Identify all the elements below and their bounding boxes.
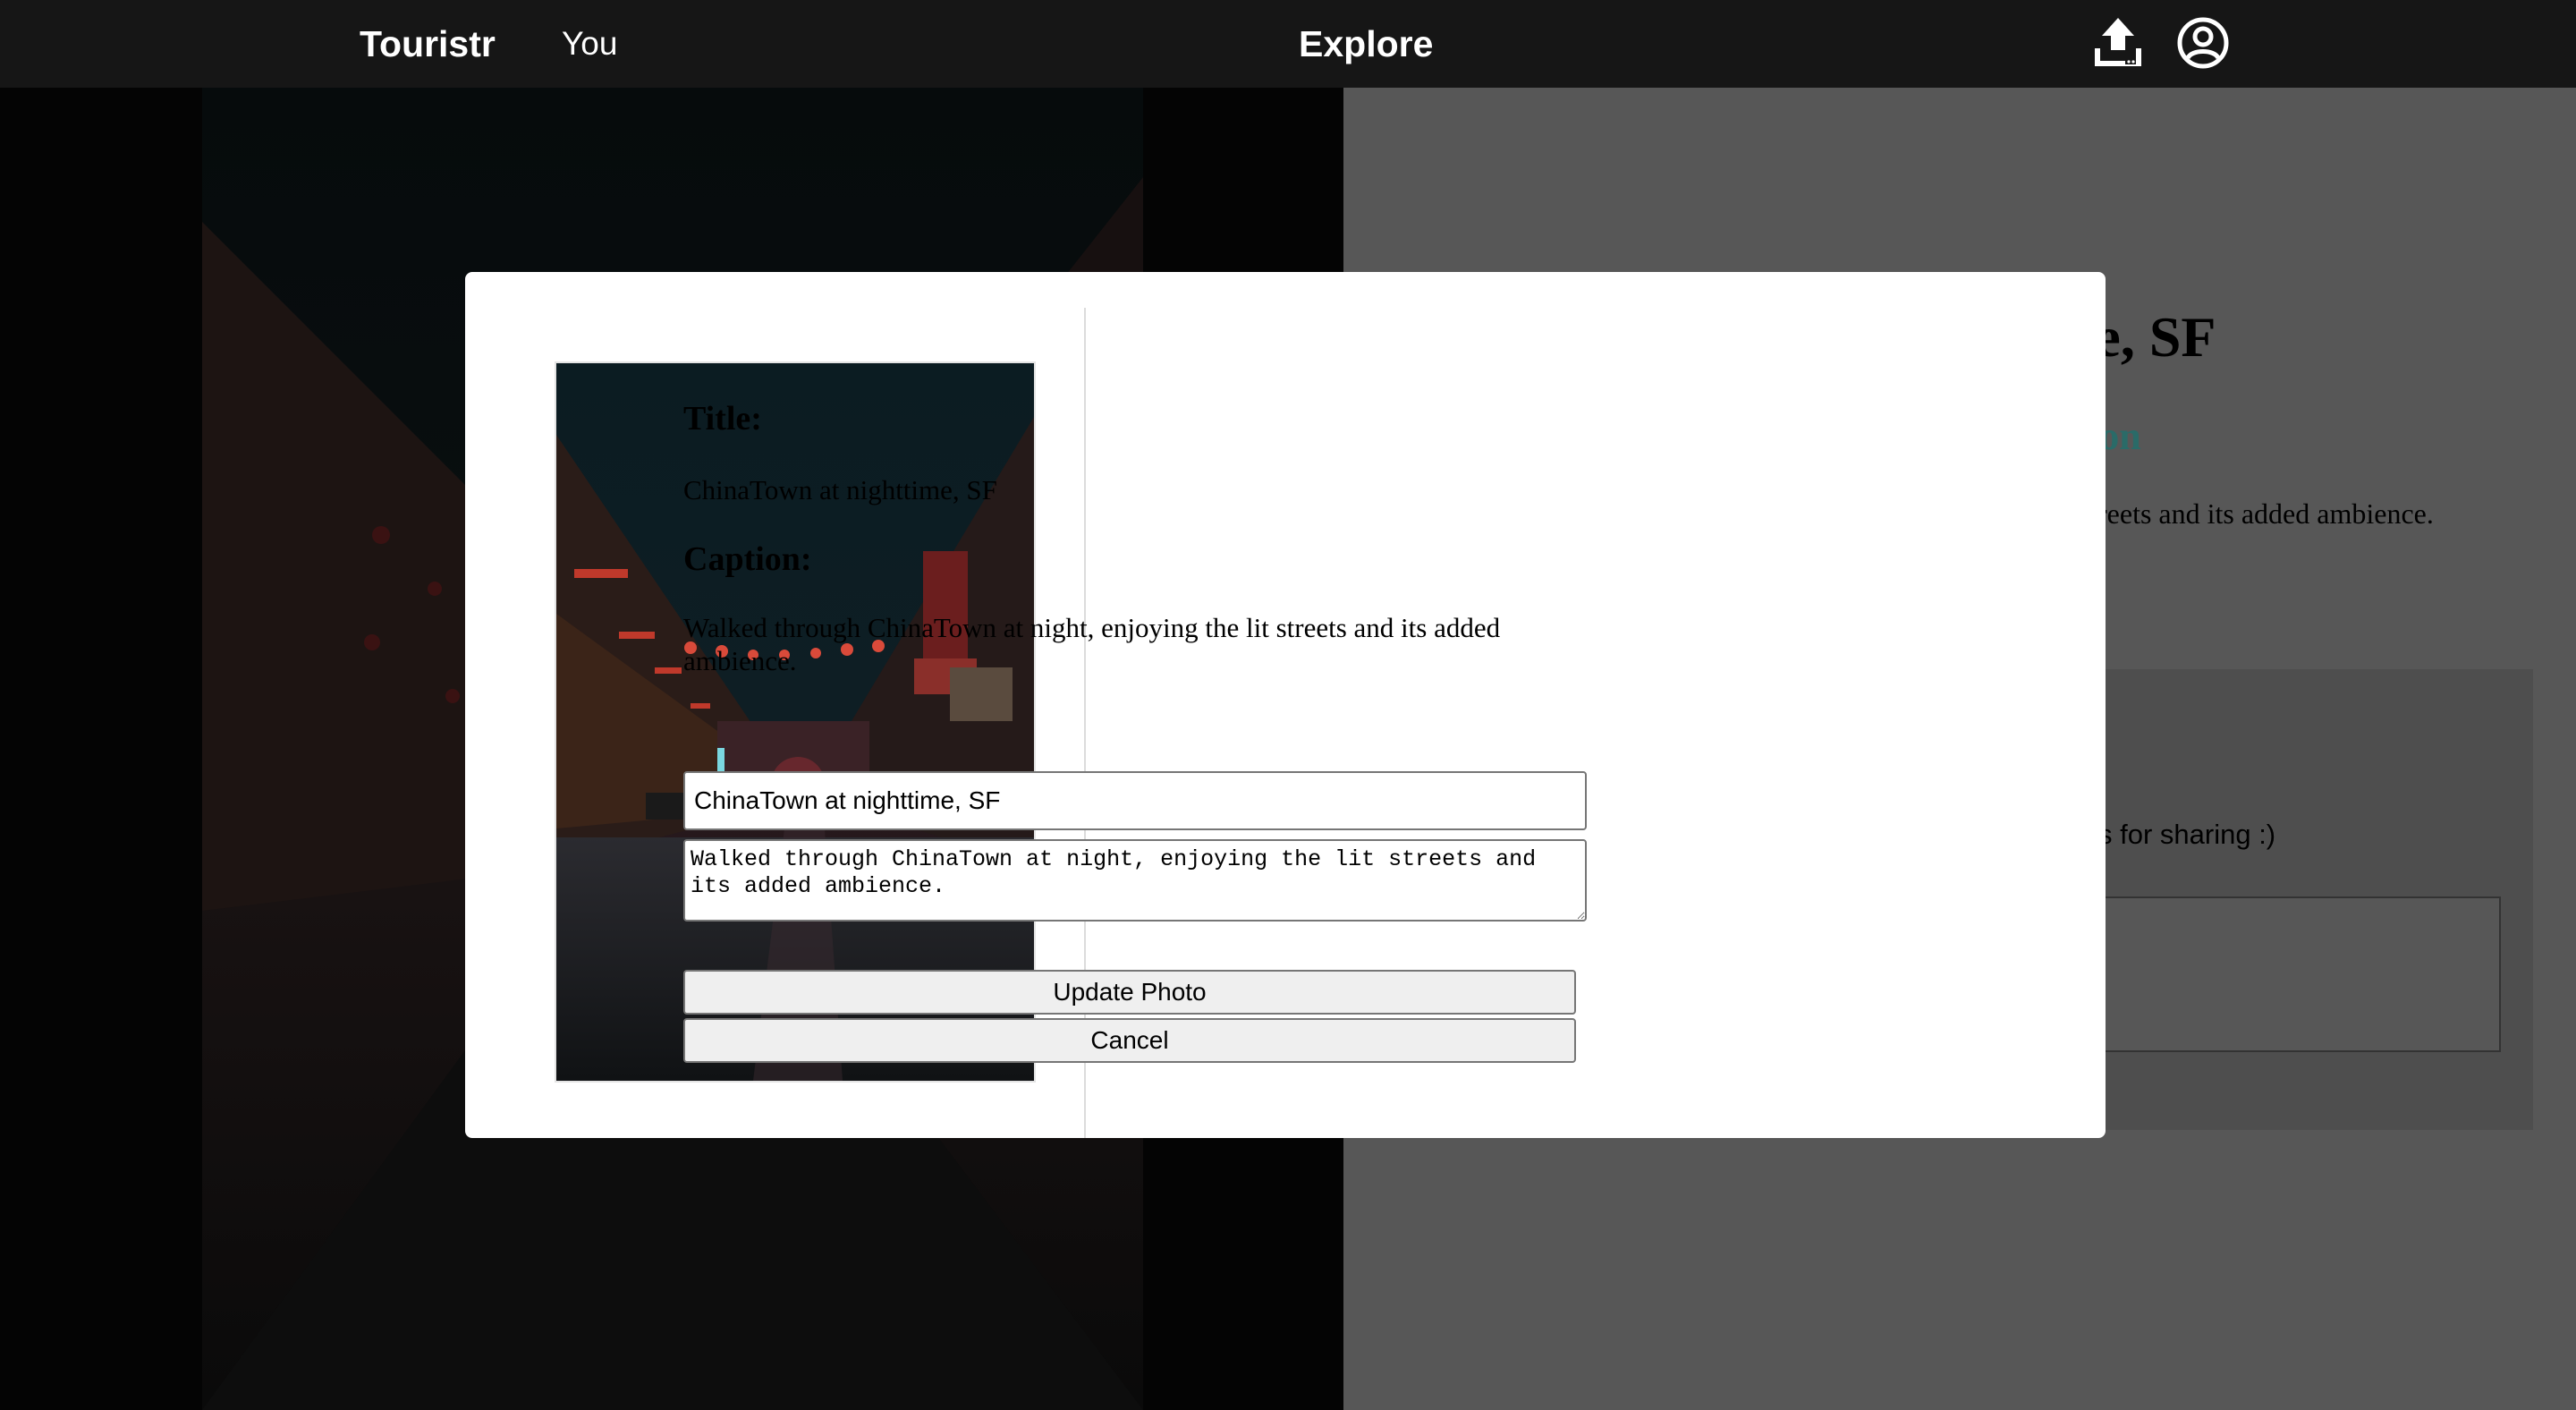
title-input[interactable]: [683, 771, 1587, 830]
top-navbar: Touristr You Explore: [0, 0, 2576, 88]
brand-logo[interactable]: Touristr: [360, 20, 496, 68]
title-label: Title:: [683, 400, 762, 437]
cancel-button[interactable]: Cancel: [683, 1018, 1576, 1063]
update-photo-button[interactable]: Update Photo: [683, 970, 1576, 1015]
upload-icon[interactable]: [2093, 16, 2143, 70]
nav-link-explore[interactable]: Explore: [1299, 20, 1433, 68]
caption-value: Walked through ChinaTown at night, enjoy…: [683, 612, 1501, 676]
title-value: ChinaTown at nighttime, SF: [683, 474, 997, 505]
nav-link-you[interactable]: You: [562, 20, 617, 68]
user-circle-icon[interactable]: [2176, 16, 2230, 70]
caption-textarea[interactable]: Walked through ChinaTown at night, enjoy…: [683, 839, 1587, 922]
caption-label: Caption:: [683, 540, 812, 578]
